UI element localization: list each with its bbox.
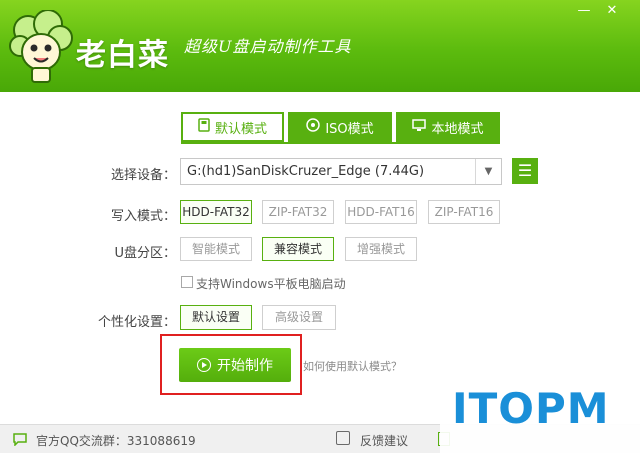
tab-underline: [181, 142, 500, 144]
partition-label: U盘分区：: [114, 246, 176, 261]
app-name: 老白菜: [76, 38, 169, 73]
help-link[interactable]: 如何使用默认模式？: [303, 358, 402, 374]
title-bar: 老白菜 超级U盘启动制作工具 — ✕: [0, 0, 640, 92]
monitor-icon: [412, 118, 427, 136]
partition-enhanced-mode[interactable]: 增强模式: [345, 237, 417, 261]
write-mode-hdd-fat16[interactable]: HDD-FAT16: [345, 200, 417, 224]
qq-group-text[interactable]: 官方QQ交流群：331088619: [36, 432, 196, 449]
default-settings-button[interactable]: 默认设置: [180, 305, 252, 330]
close-button[interactable]: ✕: [600, 2, 624, 20]
tab-label: 默认模式: [214, 121, 267, 137]
app-slogan: 超级U盘启动制作工具: [184, 37, 352, 56]
minimize-button[interactable]: —: [572, 2, 596, 20]
tab-label: ISO模式: [325, 121, 374, 137]
play-icon: [197, 358, 211, 372]
start-label: 开始制作: [217, 358, 273, 374]
feedback-link[interactable]: 反馈建议: [360, 432, 408, 449]
tab-local-mode[interactable]: 本地模式: [396, 112, 500, 142]
cabbage-mascot-icon: [9, 10, 73, 83]
write-mode-zip-fat16[interactable]: ZIP-FAT16: [428, 200, 500, 224]
menu-button[interactable]: ☰: [512, 158, 538, 184]
disc-icon: [306, 118, 321, 136]
usb-drive-icon: [198, 118, 210, 136]
watermark-text: ITOPM: [452, 384, 610, 433]
device-dropdown[interactable]: G:(hd1)SanDiskCruzer_Edge (7.44G) ▼: [180, 158, 502, 185]
feedback-icon: [336, 431, 350, 445]
tab-iso-mode[interactable]: ISO模式: [288, 112, 392, 142]
write-mode-hdd-fat32[interactable]: HDD-FAT32: [180, 200, 252, 224]
device-value: G:(hd1)SanDiskCruzer_Edge (7.44G): [187, 164, 425, 179]
partition-smart-mode[interactable]: 智能模式: [180, 237, 252, 261]
partition-compat-mode[interactable]: 兼容模式: [262, 237, 334, 261]
chat-icon: [13, 433, 27, 446]
tab-label: 本地模式: [431, 121, 484, 137]
advanced-settings-button[interactable]: 高级设置: [262, 305, 336, 330]
write-mode-zip-fat32[interactable]: ZIP-FAT32: [262, 200, 334, 224]
personalize-label: 个性化设置：: [97, 315, 176, 330]
tablet-support-label[interactable]: 支持Windows平板电脑启动: [196, 275, 346, 292]
write-mode-label: 写入模式：: [110, 209, 176, 224]
tab-default-mode[interactable]: 默认模式: [181, 112, 284, 142]
hamburger-icon: ☰: [517, 161, 533, 180]
chevron-down-icon[interactable]: ▼: [475, 159, 501, 184]
start-button[interactable]: 开始制作: [179, 348, 291, 382]
tablet-support-checkbox[interactable]: [181, 276, 193, 288]
device-label: 选择设备：: [110, 168, 176, 183]
